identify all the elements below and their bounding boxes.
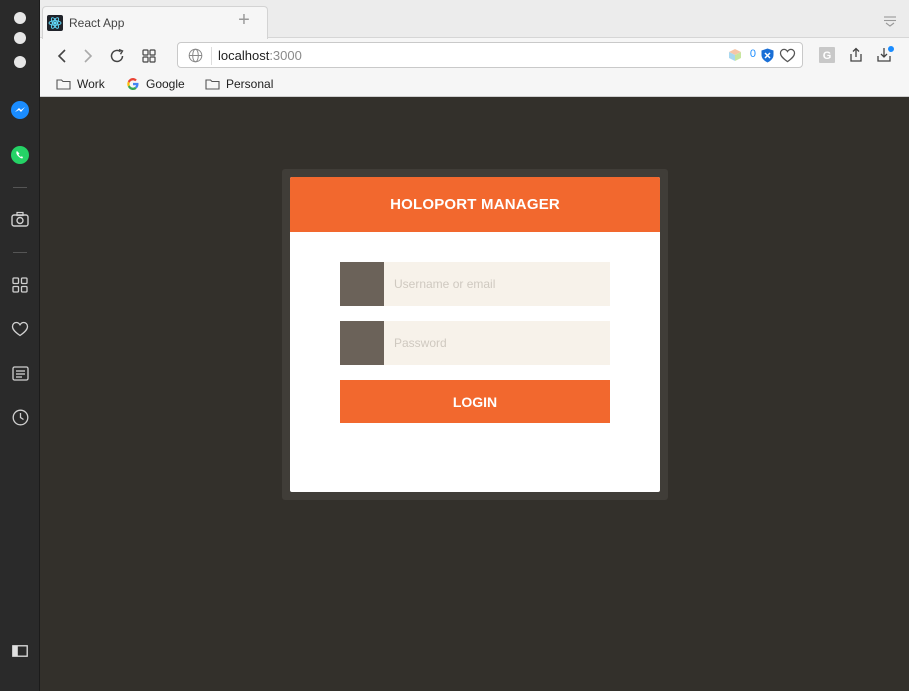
bookmark-heart-icon[interactable] xyxy=(779,48,796,63)
username-field-icon xyxy=(340,262,384,306)
login-card-frame: HOLOPORT MANAGER LOGIN xyxy=(282,169,668,500)
toggle-sidebar-icon[interactable] xyxy=(10,641,30,661)
extension-badge-count: 0 xyxy=(749,48,756,60)
login-card: HOLOPORT MANAGER LOGIN xyxy=(290,177,660,492)
browser-sidebar xyxy=(0,0,40,691)
news-icon[interactable] xyxy=(10,363,30,383)
username-input[interactable] xyxy=(384,262,610,306)
bookmark-label: Personal xyxy=(226,77,274,91)
address-bar[interactable]: localhost:3000 0 xyxy=(177,42,803,68)
google-icon xyxy=(127,78,139,90)
history-clock-icon[interactable] xyxy=(10,407,30,427)
password-field-icon xyxy=(340,321,384,365)
page-viewport: HOLOPORT MANAGER LOGIN xyxy=(40,97,909,691)
window-maximize-button[interactable] xyxy=(14,56,26,68)
browser-toolbar: React App + localhost:3000 0 G Work Goog… xyxy=(40,0,909,97)
camera-icon[interactable] xyxy=(10,209,30,229)
globe-icon xyxy=(188,48,203,63)
downloads-icon[interactable] xyxy=(876,46,894,64)
back-button[interactable] xyxy=(52,46,72,66)
share-icon[interactable] xyxy=(847,46,865,64)
folder-icon xyxy=(56,79,71,90)
url-host: localhost xyxy=(218,48,270,63)
folder-icon xyxy=(205,79,220,90)
extension-cube-icon[interactable] xyxy=(728,48,742,62)
messenger-icon[interactable] xyxy=(10,100,30,120)
forward-button[interactable] xyxy=(78,46,98,66)
bookmark-label: Work xyxy=(77,77,105,91)
bookmarks-bar: Work Google Personal xyxy=(40,74,909,96)
g-extension-icon[interactable]: G xyxy=(818,46,836,64)
url-text[interactable]: localhost:3000 xyxy=(218,48,302,63)
speed-dial-icon[interactable] xyxy=(10,275,30,295)
login-button[interactable]: LOGIN xyxy=(340,380,610,423)
login-title: HOLOPORT MANAGER xyxy=(290,177,660,232)
bookmark-label: Google xyxy=(146,77,185,91)
tab-title: React App xyxy=(69,16,125,30)
bookmark-google[interactable]: Google xyxy=(126,77,185,91)
username-field xyxy=(340,262,610,306)
bookmark-work[interactable]: Work xyxy=(56,77,105,91)
bookmarks-heart-icon[interactable] xyxy=(10,319,30,339)
new-tab-button[interactable]: + xyxy=(234,10,254,30)
whatsapp-icon[interactable] xyxy=(10,145,30,165)
tab-menu-icon[interactable] xyxy=(883,14,897,27)
password-input[interactable] xyxy=(384,321,610,365)
window-close-button[interactable] xyxy=(14,12,26,24)
url-port: :3000 xyxy=(269,48,302,63)
tabs-grid-button[interactable] xyxy=(139,46,159,66)
bookmark-personal[interactable]: Personal xyxy=(205,77,273,91)
password-field xyxy=(340,321,610,365)
svg-text:G: G xyxy=(823,50,832,62)
adblock-shield-icon[interactable] xyxy=(761,48,774,63)
reload-button[interactable] xyxy=(107,46,127,66)
window-minimize-button[interactable] xyxy=(14,32,26,44)
react-logo-icon xyxy=(47,15,63,31)
tab-bar: React App + xyxy=(40,0,909,39)
